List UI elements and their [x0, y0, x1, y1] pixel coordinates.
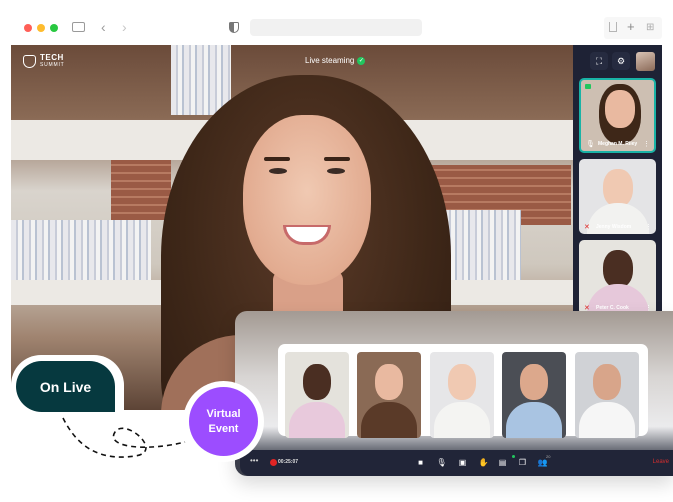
hand-icon: ✋ [478, 458, 489, 467]
face [593, 364, 621, 400]
fullscreen-icon: ⛶ [595, 56, 603, 66]
face [303, 364, 331, 400]
more-options-icon[interactable]: ⋮ [645, 223, 652, 231]
copy-icon: ❐ [518, 458, 527, 467]
tab-overview-icon[interactable]: ⊞ [646, 22, 654, 34]
tech-summit-logo: TECH SUMMIT [23, 54, 65, 68]
logo-mark-icon [23, 54, 36, 68]
screen-share-icon: ▣ [458, 458, 467, 467]
gallery-tile[interactable] [357, 352, 421, 438]
sidebar-toggle-icon[interactable] [72, 22, 85, 32]
gallery-tile[interactable] [285, 352, 349, 438]
participants-sidebar: ⛶ ⚙ 🎙 Meghan M. Riley ⋮ ✕ Jenny Wisdom ⋮… [573, 45, 662, 320]
participant-tile[interactable]: 🎙 Meghan M. Riley ⋮ [579, 78, 656, 153]
settings-button[interactable]: ⚙ [612, 52, 630, 70]
gallery-tile[interactable] [430, 352, 494, 438]
close-window-button[interactable] [24, 24, 32, 32]
brand-name: TECH [40, 53, 64, 62]
address-bar[interactable] [250, 19, 422, 36]
call-timer: 00:25:07 [278, 459, 299, 465]
chat-notification-dot [512, 455, 515, 458]
leave-button[interactable]: Leave [653, 459, 669, 465]
more-options-icon[interactable]: ⋮ [643, 140, 650, 148]
live-status: Live steaming ✓ [305, 56, 366, 65]
torso [434, 402, 490, 438]
books [11, 220, 151, 280]
browser-actions: + ⊞ [604, 17, 662, 39]
face [520, 364, 548, 400]
on-live-badge: On Live [16, 361, 115, 412]
landing-hero: ‹ › + ⊞ TECH SUMMIT Live steaming ✓ ⛶ ⚙ … [0, 0, 673, 502]
screen-share-button[interactable]: ▣ [457, 457, 468, 468]
verified-check-icon: ✓ [357, 56, 366, 65]
participants-icon: 👥 [537, 458, 548, 467]
gallery-tile[interactable] [502, 352, 566, 438]
gear-icon: ⚙ [616, 56, 626, 66]
participant-name: Jenny Wisdom [596, 224, 632, 230]
microphone-icon[interactable]: 🎙 [586, 140, 595, 148]
face [448, 364, 476, 400]
speaking-icon [585, 84, 591, 89]
eye [269, 168, 287, 174]
brick-wall [111, 160, 171, 220]
participant-gallery [278, 344, 648, 438]
camera-icon: ■ [418, 458, 423, 467]
back-icon[interactable]: ‹ [101, 20, 106, 34]
recording-icon [270, 459, 277, 466]
eye [327, 168, 345, 174]
on-live-label: On Live [39, 378, 92, 395]
face [605, 90, 635, 128]
copy-button[interactable]: ❐ [517, 457, 528, 468]
microphone-icon: 🎙 [436, 458, 447, 467]
chat-button[interactable]: ▤ [497, 457, 508, 468]
participant-name: Meghan M. Riley [598, 141, 638, 147]
face [603, 169, 633, 207]
participant-tile[interactable]: ✕ Jenny Wisdom ⋮ [579, 159, 656, 234]
face [375, 364, 403, 400]
call-controls-bar: ••• 00:25:07 ■ 🎙 ▣ ✋ ▤ ❐ 👥 20 Leave [240, 450, 673, 476]
virtual-event-label: Virtual Event [206, 407, 241, 435]
participant-tile[interactable]: ✕ Peter C. Cook ⋮ [579, 240, 656, 315]
privacy-shield-icon[interactable] [229, 22, 239, 33]
virtual-event-badge: Virtual Event [189, 387, 258, 456]
browser-toolbar: ‹ › + ⊞ [11, 14, 662, 45]
fullscreen-button[interactable]: ⛶ [590, 52, 608, 70]
live-status-text: Live steaming [305, 56, 355, 65]
mic-muted-icon[interactable]: ✕ [584, 223, 590, 231]
brand-subtitle: SUMMIT [40, 62, 65, 68]
self-avatar[interactable] [636, 52, 655, 71]
face [603, 250, 633, 288]
camera-button[interactable]: ■ [415, 457, 426, 468]
new-tab-icon[interactable]: + [627, 20, 635, 33]
speaker-face [243, 115, 371, 285]
gallery-tile[interactable] [575, 352, 639, 438]
torso [579, 402, 635, 438]
minimize-window-button[interactable] [37, 24, 45, 32]
more-menu-button[interactable]: ••• [250, 456, 258, 465]
dashed-connector [62, 417, 186, 458]
raise-hand-button[interactable]: ✋ [478, 457, 489, 468]
forward-icon[interactable]: › [122, 20, 127, 34]
participants-count: 20 [546, 454, 551, 459]
brow [324, 157, 350, 161]
torso [289, 402, 345, 438]
microphone-button[interactable]: 🎙 [436, 457, 447, 468]
torso [361, 402, 417, 438]
brow [264, 157, 290, 161]
maximize-window-button[interactable] [50, 24, 58, 32]
share-icon[interactable] [609, 22, 617, 32]
torso [506, 402, 562, 438]
books [171, 45, 231, 115]
chat-icon: ▤ [498, 458, 507, 467]
